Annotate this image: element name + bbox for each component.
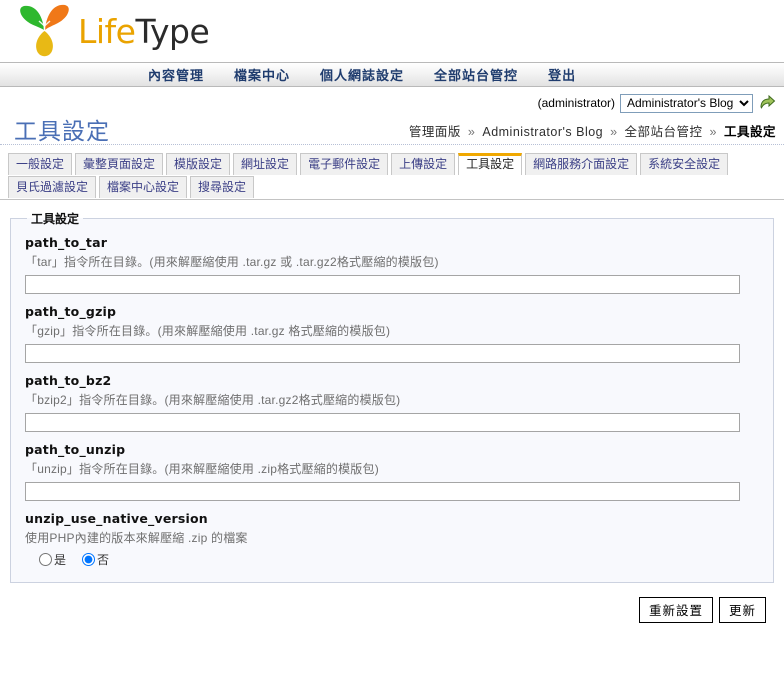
nav-item-blog-settings[interactable]: 個人網誌設定 bbox=[320, 65, 404, 84]
tab-tool-settings[interactable]: 工具設定 bbox=[458, 153, 523, 175]
tab-search-settings[interactable]: 搜尋設定 bbox=[190, 176, 255, 198]
tab-template-settings[interactable]: 模版設定 bbox=[166, 153, 231, 175]
tab-upload-settings[interactable]: 上傳設定 bbox=[391, 153, 456, 175]
main-navigation: 內容管理 檔案中心 個人網誌設定 全部站台管控 登出 bbox=[0, 62, 784, 87]
tab-general-settings[interactable]: 一般設定 bbox=[8, 153, 73, 175]
field-description: 「tar」指令所在目錄。(用來解壓縮使用 .tar.gz 或 .tar.gz2格… bbox=[25, 255, 439, 269]
field-label: path_to_tar bbox=[25, 235, 108, 250]
field-description: 「bzip2」指令所在目錄。(用來解壓縮使用 .tar.gz2格式壓縮的模版包) bbox=[25, 393, 401, 407]
field-description: 「unzip」指令所在目錄。(用來解壓縮使用 .zip格式壓縮的模版包) bbox=[25, 462, 379, 476]
radio-label-yes: 是 bbox=[54, 553, 67, 567]
blog-select[interactable]: Administrator's Blog bbox=[620, 93, 753, 113]
blog-selector-bar: (administrator) Administrator's Blog bbox=[0, 87, 784, 115]
site-header: LifeType bbox=[0, 0, 784, 62]
breadcrumb-item-admin-panel[interactable]: 管理面版 bbox=[409, 125, 461, 139]
field-path-to-unzip: path_to_unzip 「unzip」指令所在目錄。(用來解壓縮使用 .zi… bbox=[25, 442, 759, 501]
breadcrumb-separator: » bbox=[610, 125, 618, 139]
logo[interactable]: LifeType bbox=[14, 2, 210, 60]
page-title-row: 工具設定 管理面版 » Administrator's Blog » 全部站台管… bbox=[0, 115, 784, 145]
field-label: path_to_bz2 bbox=[25, 373, 112, 388]
tab-file-center-settings[interactable]: 檔案中心設定 bbox=[99, 176, 188, 198]
path-to-unzip-input[interactable] bbox=[25, 482, 740, 501]
breadcrumb-separator: » bbox=[709, 125, 717, 139]
three-leaf-icon bbox=[20, 4, 69, 57]
panel-legend: 工具設定 bbox=[31, 212, 80, 226]
tab-security-settings[interactable]: 系統安全設定 bbox=[640, 153, 729, 175]
field-label: path_to_gzip bbox=[25, 304, 117, 319]
breadcrumb-item-site-admin[interactable]: 全部站台管控 bbox=[625, 125, 703, 139]
breadcrumb-item-blog[interactable]: Administrator's Blog bbox=[482, 125, 603, 139]
field-description: 使用PHP內建的版本來解壓縮 .zip 的檔案 bbox=[25, 531, 248, 545]
field-path-to-bz2: path_to_bz2 「bzip2」指令所在目錄。(用來解壓縮使用 .tar.… bbox=[25, 373, 759, 432]
radio-label-no: 否 bbox=[97, 553, 110, 567]
path-to-tar-input[interactable] bbox=[25, 275, 740, 294]
path-to-bz2-input[interactable] bbox=[25, 413, 740, 432]
tab-email-settings[interactable]: 電子郵件設定 bbox=[300, 153, 389, 175]
field-path-to-gzip: path_to_gzip 「gzip」指令所在目錄。(用來解壓縮使用 .tar.… bbox=[25, 304, 759, 363]
nav-item-file-center[interactable]: 檔案中心 bbox=[234, 65, 290, 84]
current-username: (administrator) bbox=[537, 96, 615, 110]
settings-content: 工具設定 path_to_tar 「tar」指令所在目錄。(用來解壓縮使用 .t… bbox=[0, 200, 784, 623]
update-button[interactable]: 更新 bbox=[718, 597, 766, 623]
logo-text-type: Type bbox=[135, 11, 210, 51]
path-to-gzip-input[interactable] bbox=[25, 344, 740, 363]
settings-tab-bar: 一般設定 彙整頁面設定 模版設定 網址設定 電子郵件設定 上傳設定 工具設定 網路服務介面設定… bbox=[0, 145, 784, 200]
tool-settings-panel: 工具設定 path_to_tar 「tar」指令所在目錄。(用來解壓縮使用 .t… bbox=[10, 210, 774, 583]
tab-bayesian-filter-settings[interactable]: 貝氏過濾設定 bbox=[8, 176, 97, 198]
tab-web-service-settings[interactable]: 網路服務介面設定 bbox=[525, 153, 638, 175]
form-footer: 重新設置 更新 bbox=[10, 583, 774, 623]
field-unzip-use-native-version: unzip_use_native_version 使用PHP內建的版本來解壓縮 … bbox=[25, 511, 759, 568]
page-title: 工具設定 bbox=[14, 118, 110, 144]
green-arrow-go-icon[interactable] bbox=[758, 94, 776, 112]
tab-url-settings[interactable]: 網址設定 bbox=[233, 153, 298, 175]
unzip-native-radio-group: 是 否 bbox=[25, 551, 759, 568]
breadcrumb-separator: » bbox=[467, 125, 476, 139]
tab-archive-page-settings[interactable]: 彙整頁面設定 bbox=[75, 153, 164, 175]
breadcrumb: 管理面版 » Administrator's Blog » 全部站台管控 » 工… bbox=[409, 121, 776, 144]
reset-button[interactable]: 重新設置 bbox=[638, 597, 713, 623]
nav-item-logout[interactable]: 登出 bbox=[548, 65, 576, 84]
nav-item-site-admin[interactable]: 全部站台管控 bbox=[434, 65, 518, 84]
nav-item-content-management[interactable]: 內容管理 bbox=[148, 65, 204, 84]
unzip-native-yes-radio[interactable] bbox=[39, 553, 52, 566]
field-label: path_to_unzip bbox=[25, 442, 126, 457]
breadcrumb-item-current: 工具設定 bbox=[723, 125, 776, 139]
field-path-to-tar: path_to_tar 「tar」指令所在目錄。(用來解壓縮使用 .tar.gz… bbox=[25, 235, 759, 294]
field-description: 「gzip」指令所在目錄。(用來解壓縮使用 .tar.gz 格式壓縮的模版包) bbox=[25, 324, 391, 338]
logo-text-life: Life bbox=[78, 11, 136, 51]
radio-option-yes[interactable]: 是 bbox=[39, 551, 66, 568]
unzip-native-no-radio[interactable] bbox=[82, 553, 96, 566]
field-label: unzip_use_native_version bbox=[25, 511, 208, 526]
radio-option-no[interactable]: 否 bbox=[82, 551, 109, 568]
